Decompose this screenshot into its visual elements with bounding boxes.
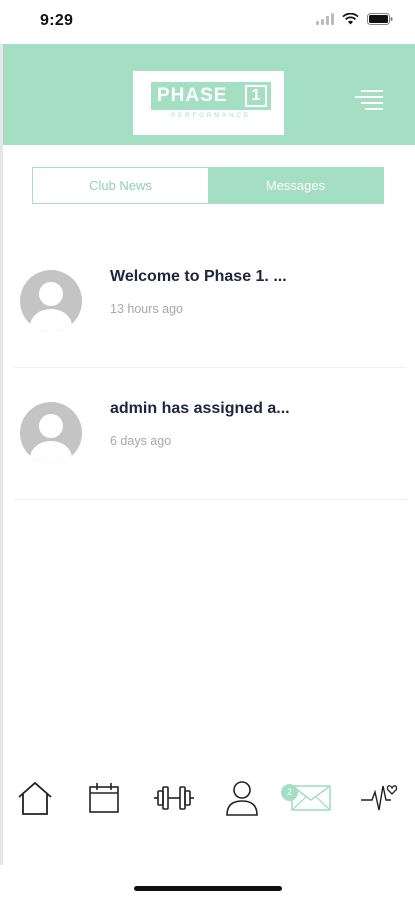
message-title: admin has assigned a...: [110, 400, 290, 417]
nav-profile[interactable]: [220, 776, 264, 820]
tab-club-news[interactable]: Club News: [33, 168, 208, 203]
status-icons: [316, 13, 393, 25]
nav-home[interactable]: [13, 776, 57, 820]
logo-subtitle: PERFORMANCE: [171, 113, 251, 119]
battery-icon: [367, 13, 393, 25]
segmented-tabs: Club News Messages: [32, 167, 384, 204]
message-time: 6 days ago: [110, 434, 172, 448]
user-avatar-icon: [30, 414, 72, 464]
menu-button[interactable]: [353, 89, 385, 111]
home-icon: [18, 781, 52, 815]
nav-health[interactable]: [358, 776, 402, 820]
heartbeat-icon: [361, 785, 398, 811]
message-item[interactable]: Welcome to Phase 1. ... 13 hours ago: [14, 236, 406, 368]
app-header: PHASE 1 PERFORMANCE: [3, 44, 415, 145]
home-indicator: [134, 886, 282, 891]
calendar-icon: [89, 783, 119, 813]
nav-messages[interactable]: 2: [281, 776, 333, 820]
message-item[interactable]: admin has assigned a... 6 days ago: [14, 368, 406, 500]
bottom-nav: 2: [0, 770, 415, 830]
logo-banner: PHASE 1: [151, 82, 271, 110]
signal-icon: [316, 13, 334, 25]
avatar: [20, 402, 82, 464]
phase1-logo[interactable]: PHASE 1 PERFORMANCE: [133, 71, 284, 135]
status-bar: 9:29: [0, 0, 415, 44]
message-title: Welcome to Phase 1. ...: [110, 268, 287, 285]
profile-icon: [226, 781, 258, 816]
messages-badge: 2: [281, 784, 298, 801]
tab-messages[interactable]: Messages: [208, 168, 383, 203]
dumbbell-icon: [154, 786, 194, 810]
logo-number: 1: [245, 85, 267, 107]
message-time: 13 hours ago: [110, 302, 183, 316]
nav-calendar[interactable]: [82, 776, 126, 820]
logo-word: PHASE: [157, 85, 228, 106]
user-avatar-icon: [30, 282, 72, 332]
avatar: [20, 270, 82, 332]
wifi-icon: [342, 13, 359, 25]
hamburger-menu-icon: [355, 90, 383, 110]
left-edge-shadow: [0, 40, 3, 865]
nav-workout[interactable]: [152, 776, 196, 820]
status-time: 9:29: [40, 12, 74, 29]
